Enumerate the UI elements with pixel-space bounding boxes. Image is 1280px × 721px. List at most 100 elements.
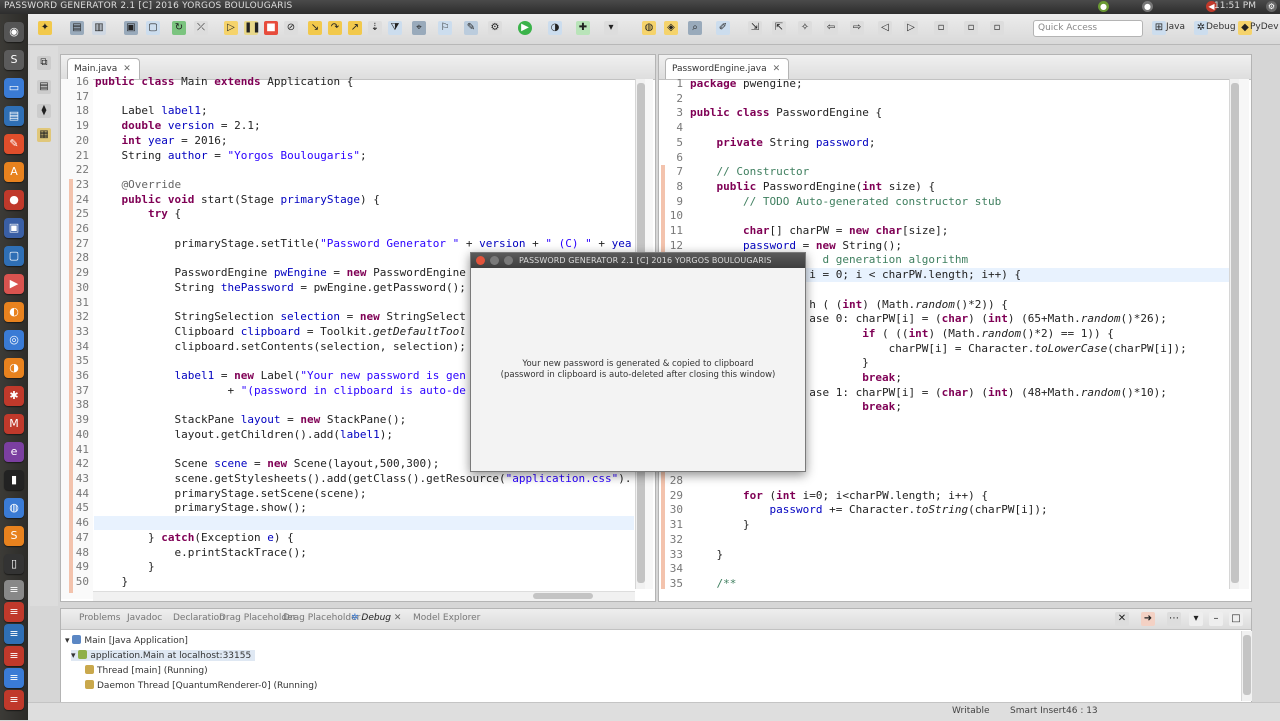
network-icon[interactable]: ●: [1098, 1, 1109, 12]
coverage-icon[interactable]: ◑: [548, 21, 562, 35]
blender-icon[interactable]: ◑: [4, 358, 24, 378]
tree-item-thread-main[interactable]: Thread [main] (Running): [85, 665, 208, 676]
display-icon[interactable]: ▣: [4, 218, 24, 238]
terminal-icon[interactable]: ▤: [4, 106, 24, 126]
perspective-java[interactable]: Java: [1166, 22, 1185, 32]
profile-icon[interactable]: ⚐: [438, 21, 452, 35]
back-icon[interactable]: ⇦: [824, 21, 838, 35]
filters-icon[interactable]: ⧩: [388, 21, 402, 35]
next-annotation-icon[interactable]: ⇲: [748, 21, 762, 35]
pen-icon[interactable]: ✎: [4, 134, 24, 154]
tab-model-explorer[interactable]: Model Explorer: [413, 613, 480, 623]
stack-icon-1[interactable]: ≡: [4, 580, 24, 600]
perspective-debug[interactable]: Debug: [1206, 22, 1236, 32]
ide-icon[interactable]: ▮: [4, 470, 24, 490]
scroll-thumb[interactable]: [1243, 635, 1251, 695]
tab-debug[interactable]: ✲ Debug ✕: [351, 613, 401, 623]
stack-icon-3[interactable]: ≡: [4, 624, 24, 644]
nav-left-icon[interactable]: ◁: [878, 21, 892, 35]
tools-icon[interactable]: ✱: [4, 386, 24, 406]
remove-launch-icon[interactable]: ✕: [1115, 612, 1129, 626]
stack-icon-2[interactable]: ≡: [4, 602, 24, 622]
close-icon[interactable]: [476, 256, 485, 265]
hierarchy-icon[interactable]: ⧫: [37, 104, 51, 118]
stack-icon-6[interactable]: ≡: [4, 690, 24, 710]
terminate-icon[interactable]: ■: [264, 21, 278, 35]
monitor-icon[interactable]: ▭: [4, 78, 24, 98]
misc-icon-3[interactable]: ▫: [990, 21, 1004, 35]
nav-right-icon[interactable]: ▷: [904, 21, 918, 35]
tab-problems[interactable]: Problems: [79, 613, 120, 623]
session-gear-icon[interactable]: ⚙: [1266, 1, 1277, 12]
save-icon[interactable]: ▤: [70, 21, 84, 35]
view-menu-icon[interactable]: ▾: [1189, 612, 1203, 626]
password-dialog[interactable]: PASSWORD GENERATOR 2.1 [C] 2016 YORGOS B…: [470, 252, 806, 472]
forward-icon[interactable]: ⇨: [850, 21, 864, 35]
dash-home-icon[interactable]: ◉: [4, 22, 24, 42]
debug-step-icon[interactable]: ⋯: [1167, 612, 1181, 626]
minimize-icon[interactable]: –: [1209, 612, 1223, 626]
quick-access-input[interactable]: Quick Access: [1033, 20, 1143, 37]
misc-icon-2[interactable]: ▫: [964, 21, 978, 35]
refresh-icon[interactable]: ↻: [172, 21, 186, 35]
tab-javadoc[interactable]: Javadoc: [127, 613, 162, 623]
keyboard-icon[interactable]: ●: [1142, 1, 1153, 12]
app-icon[interactable]: ▯: [4, 554, 24, 574]
step-over-icon[interactable]: ↷: [328, 21, 342, 35]
close-icon[interactable]: ✕: [123, 64, 131, 74]
terminal-toolbar-icon[interactable]: ▢: [146, 21, 160, 35]
record-icon[interactable]: ●: [4, 190, 24, 210]
tree-item-thread-quantum[interactable]: Daemon Thread [QuantumRenderer-0] (Runni…: [85, 680, 317, 691]
pencil-icon[interactable]: ✎: [464, 21, 478, 35]
connect-icon[interactable]: ➜: [1141, 612, 1155, 626]
stack-icon-5[interactable]: ≡: [4, 668, 24, 688]
run-icon[interactable]: ▶: [518, 21, 532, 35]
chromium-icon[interactable]: ◎: [4, 330, 24, 350]
debug-skip-icon[interactable]: ⤫: [194, 21, 208, 35]
sublime-icon[interactable]: S: [4, 526, 24, 546]
new-icon[interactable]: ✦: [38, 21, 52, 35]
chevron-down-icon[interactable]: ▾: [71, 651, 78, 661]
maximize-icon[interactable]: [504, 256, 513, 265]
close-icon[interactable]: ✕: [394, 613, 402, 623]
clock[interactable]: 11:51 PM: [1214, 1, 1256, 11]
tab-password-engine-java[interactable]: PasswordEngine.java ✕: [665, 58, 790, 79]
perspective-pydev[interactable]: PyDev: [1250, 22, 1279, 32]
drop-frame-icon[interactable]: ⇣: [368, 21, 382, 35]
prev-annotation-icon[interactable]: ⇱: [772, 21, 786, 35]
stack-icon-4[interactable]: ≡: [4, 646, 24, 666]
maximize-icon[interactable]: □: [1229, 612, 1243, 626]
restore-icon[interactable]: ⧉: [37, 56, 51, 70]
open-perspective-icon[interactable]: ⊞: [1152, 21, 1166, 35]
tree-item-launch[interactable]: ▾ Main [Java Application]: [65, 635, 188, 646]
hscroll-thumb[interactable]: [533, 593, 593, 599]
globe-icon[interactable]: ◍: [4, 498, 24, 518]
left-editor-hscrollbar[interactable]: [93, 591, 635, 601]
last-edit-icon[interactable]: ✧: [798, 21, 812, 35]
tree-item-process[interactable]: ▾ application.Main at localhost:33155: [71, 650, 256, 661]
em-icon[interactable]: M: [4, 414, 24, 434]
tab-declaration[interactable]: Declaration: [173, 613, 225, 623]
gear-icon[interactable]: ⚙: [488, 21, 502, 35]
status-insert-mode[interactable]: Smart Insert: [1010, 706, 1066, 716]
media-icon[interactable]: ▶: [4, 274, 24, 294]
navigator-icon[interactable]: ▦: [37, 128, 51, 142]
pin-icon[interactable]: ⌖: [412, 21, 426, 35]
disconnect-icon[interactable]: ⊘: [284, 21, 298, 35]
scroll-thumb[interactable]: [1231, 83, 1239, 583]
files-icon[interactable]: S: [4, 50, 24, 70]
step-return-icon[interactable]: ↗: [348, 21, 362, 35]
suspend-icon[interactable]: ❚❚: [244, 21, 261, 35]
firefox-icon[interactable]: ◐: [4, 302, 24, 322]
tab-drag-placeholder-2[interactable]: Drag Placeholder: [283, 613, 360, 623]
new-class-icon[interactable]: ▾: [604, 21, 618, 35]
window-icon[interactable]: ▢: [4, 246, 24, 266]
step-into-icon[interactable]: ↘: [308, 21, 322, 35]
open-type-icon[interactable]: ◍: [642, 21, 656, 35]
annotation-icon[interactable]: ✐: [716, 21, 730, 35]
letter-a-icon[interactable]: A: [4, 162, 24, 182]
package-explorer-icon[interactable]: ▤: [37, 80, 51, 94]
external-tools-icon[interactable]: ✚: [576, 21, 590, 35]
misc-icon-1[interactable]: ▫: [934, 21, 948, 35]
print-icon[interactable]: ▥: [92, 21, 106, 35]
